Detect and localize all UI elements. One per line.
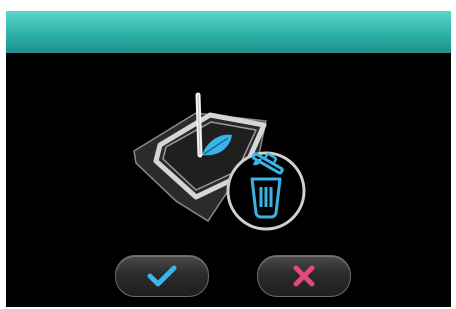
x-icon [293,265,315,287]
title-bar [6,11,451,53]
checkmark-icon [147,265,177,287]
cancel-button[interactable] [257,255,351,297]
dialog-screen [6,11,451,307]
needle-icon [195,92,203,158]
confirm-button[interactable] [115,255,209,297]
delete-embroidery-illustration [133,92,306,231]
